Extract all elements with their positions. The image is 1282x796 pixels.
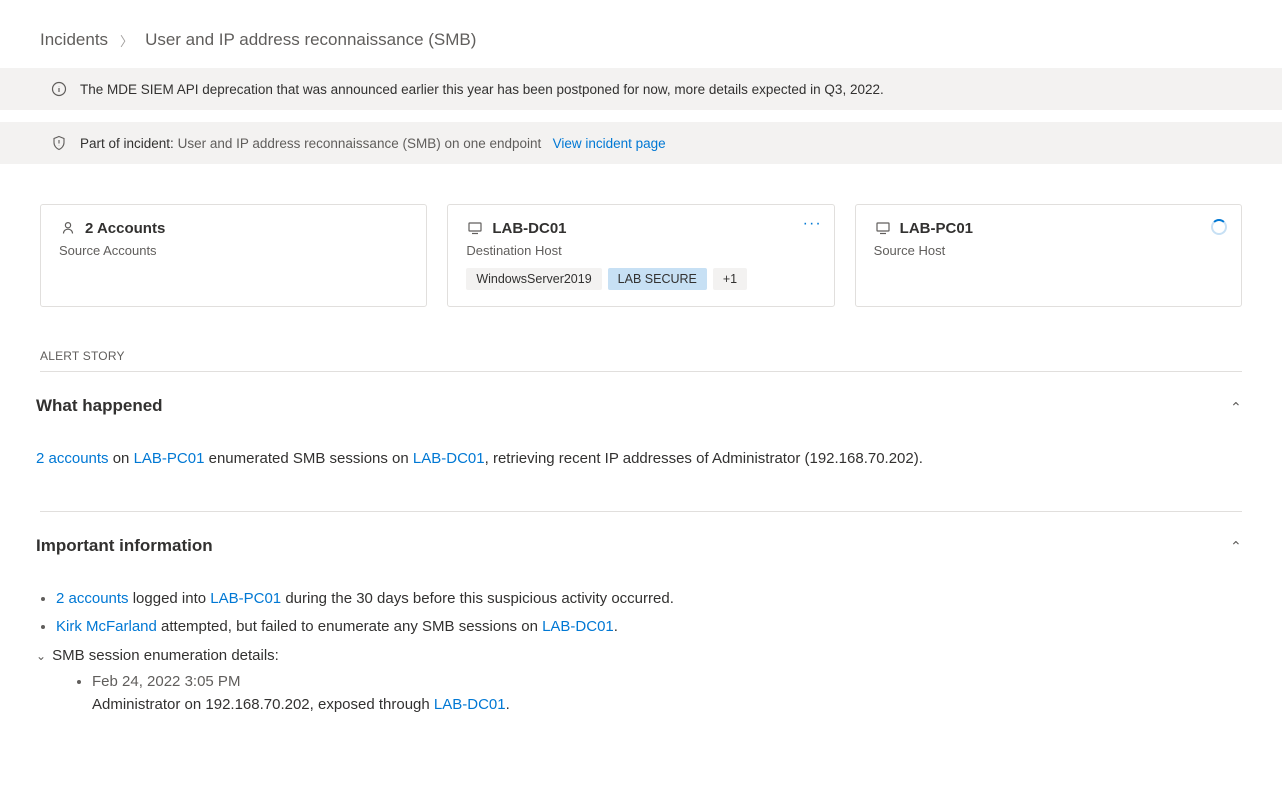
important-info-heading: Important information [36,536,213,556]
destination-host-title: LAB-DC01 [492,220,566,237]
breadcrumb: Incidents 〉 User and IP address reconnai… [0,20,1282,68]
info-icon [50,80,68,98]
incident-banner-prefix: Part of incident: [80,136,174,151]
smb-details-label: SMB session enumeration details: [52,645,279,668]
loading-spinner-icon [1211,219,1227,235]
what-happened-heading: What happened [36,396,163,416]
link-dest-host[interactable]: LAB-DC01 [434,696,506,713]
link-user-kirk[interactable]: Kirk McFarland [56,618,157,635]
tag-os[interactable]: WindowsServer2019 [466,268,601,290]
source-host-title: LAB-PC01 [900,220,973,237]
what-happened-header[interactable]: What happened ⌄ [0,372,1282,426]
link-accounts[interactable]: 2 accounts [36,450,109,467]
what-happened-body: 2 accounts on LAB-PC01 enumerated SMB se… [0,426,1282,511]
view-incident-page-link[interactable]: View incident page [553,136,666,151]
alert-story-label: ALERT STORY [0,307,1282,371]
accounts-card-subtitle: Source Accounts [59,243,408,258]
chevron-down-icon: ⌄ [36,647,46,665]
chevron-up-icon: ⌄ [1226,537,1242,554]
text: enumerated SMB sessions on [204,450,412,467]
entity-cards-row: 2 Accounts Source Accounts ··· LAB-DC01 … [0,176,1282,307]
breadcrumb-current: User and IP address reconnaissance (SMB) [145,30,476,50]
text: . [506,696,510,713]
deprecation-banner-text: The MDE SIEM API deprecation that was an… [80,82,884,97]
chevron-right-icon: 〉 [120,31,133,50]
destination-host-subtitle: Destination Host [466,243,815,258]
incident-banner: Part of incident: User and IP address re… [0,122,1282,164]
link-accounts[interactable]: 2 accounts [56,590,129,607]
list-item: Feb 24, 2022 3:05 PM Administrator on 19… [92,671,1242,716]
incident-banner-text: User and IP address reconnaissance (SMB)… [178,136,542,151]
accounts-card-title: 2 Accounts [85,220,165,237]
chevron-up-icon: ⌄ [1226,398,1242,415]
link-source-host[interactable]: LAB-PC01 [210,590,281,607]
tag-lab-secure[interactable]: LAB SECURE [608,268,707,290]
accounts-card[interactable]: 2 Accounts Source Accounts [40,204,427,307]
smb-details-toggle[interactable]: ⌄ SMB session enumeration details: [36,645,1242,668]
link-dest-host[interactable]: LAB-DC01 [542,618,614,635]
important-info-body: 2 accounts logged into LAB-PC01 during t… [0,566,1282,757]
shield-alert-icon [50,134,68,152]
list-item: Kirk McFarland attempted, but failed to … [56,616,1242,639]
source-host-subtitle: Source Host [874,243,1223,258]
card-more-actions[interactable]: ··· [803,215,822,233]
deprecation-banner: The MDE SIEM API deprecation that was an… [0,68,1282,110]
source-host-card[interactable]: LAB-PC01 Source Host [855,204,1242,307]
list-item: 2 accounts logged into LAB-PC01 during t… [56,588,1242,611]
desktop-icon [466,219,484,237]
destination-host-card[interactable]: ··· LAB-DC01 Destination Host WindowsSer… [447,204,834,307]
user-icon [59,219,77,237]
link-source-host[interactable]: LAB-PC01 [134,450,205,467]
breadcrumb-root[interactable]: Incidents [40,30,108,50]
text: during the 30 days before this suspiciou… [281,590,674,607]
important-info-header[interactable]: Important information ⌄ [0,512,1282,566]
text: logged into [129,590,211,607]
text: attempted, but failed to enumerate any S… [157,618,542,635]
text: . [614,618,618,635]
text: Administrator on 192.168.70.202, exposed… [92,696,434,713]
tag-plus-one[interactable]: +1 [713,268,747,290]
smb-detail-timestamp: Feb 24, 2022 3:05 PM [92,673,240,690]
text: , retrieving recent IP addresses of Admi… [485,450,923,467]
desktop-icon [874,219,892,237]
text: on [109,450,134,467]
link-dest-host[interactable]: LAB-DC01 [413,450,485,467]
